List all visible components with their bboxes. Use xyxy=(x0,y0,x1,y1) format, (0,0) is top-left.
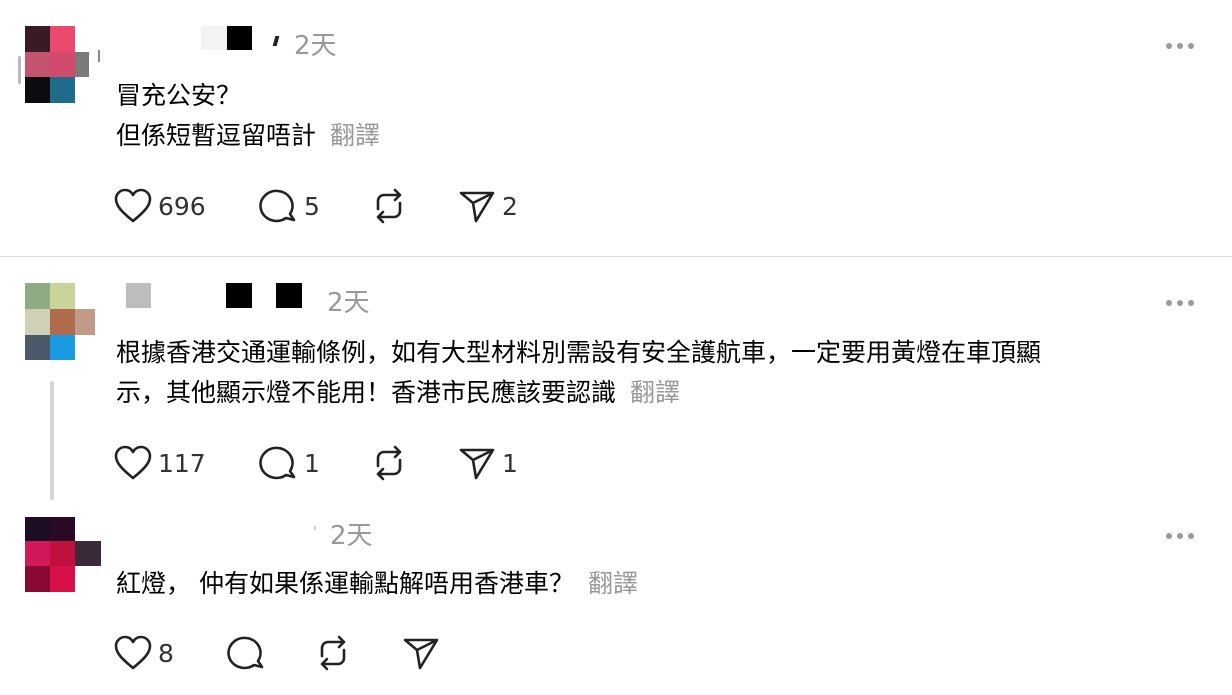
reply-count: 1 xyxy=(304,448,320,478)
more-icon[interactable] xyxy=(1166,43,1194,51)
username-redacted xyxy=(98,50,100,62)
send-icon xyxy=(403,638,439,670)
comment-icon xyxy=(259,189,296,223)
heart-icon xyxy=(114,188,152,223)
share-count: 1 xyxy=(502,448,518,478)
avatar[interactable] xyxy=(25,517,101,592)
reply-button[interactable] xyxy=(226,633,272,673)
reply-button[interactable]: 1 xyxy=(258,443,320,483)
reply-button[interactable]: 5 xyxy=(258,186,320,226)
heart-icon xyxy=(114,635,152,670)
like-button[interactable]: 8 xyxy=(114,633,174,673)
timestamp[interactable]: 2天 xyxy=(327,288,370,318)
send-icon xyxy=(459,191,495,223)
post-text-line: 示，其他顯示燈不能用！香港市民應該要認識 xyxy=(116,378,617,407)
comment-icon xyxy=(227,636,264,670)
timestamp[interactable]: 2天 xyxy=(330,521,373,551)
translate-link[interactable]: 翻譯 xyxy=(330,121,380,150)
like-count: 696 xyxy=(158,191,206,221)
avatar[interactable] xyxy=(25,283,95,360)
share-button[interactable]: 2 xyxy=(458,186,518,226)
username-redacted[interactable] xyxy=(201,26,227,50)
username-redacted[interactable] xyxy=(276,283,302,308)
repost-button[interactable] xyxy=(370,443,414,483)
post-text-line: 根據香港交通運輸條例，如有大型材料別需設有安全護航車，一定要用黃燈在車頂顯 xyxy=(116,338,1042,367)
repost-icon xyxy=(320,635,346,671)
avatar[interactable] xyxy=(18,26,98,104)
timestamp[interactable]: 2天 xyxy=(294,31,337,61)
repost-icon xyxy=(376,445,402,481)
username-redacted xyxy=(272,36,280,46)
like-count: 8 xyxy=(158,638,174,668)
thread-line xyxy=(50,381,54,500)
translate-link[interactable]: 翻譯 xyxy=(588,569,638,598)
post-text: 冒充公安？ 但係短暫逗留唔計 翻譯 xyxy=(116,76,380,156)
reply-count: 5 xyxy=(304,191,320,221)
like-count: 117 xyxy=(158,448,206,478)
more-icon[interactable] xyxy=(1166,533,1194,541)
share-button[interactable]: 1 xyxy=(458,443,518,483)
share-button[interactable] xyxy=(402,633,446,673)
repost-icon xyxy=(376,188,402,224)
translate-link[interactable]: 翻譯 xyxy=(630,378,680,407)
post-text-line: 但係短暫逗留唔計 xyxy=(116,121,317,150)
divider xyxy=(0,256,1232,257)
like-button[interactable]: 696 xyxy=(114,186,206,226)
like-button[interactable]: 117 xyxy=(114,443,206,483)
heart-icon xyxy=(114,445,152,480)
repost-button[interactable] xyxy=(370,186,414,226)
post-text: 根據香港交通運輸條例，如有大型材料別需設有安全護航車，一定要用黃燈在車頂顯 示，… xyxy=(116,333,1041,413)
send-icon xyxy=(459,448,495,480)
post-text-line: 紅燈， 仲有如果係運輸點解唔用香港車？ xyxy=(116,569,574,598)
post-text-line: 冒充公安？ xyxy=(116,81,242,110)
post-text: 紅燈， 仲有如果係運輸點解唔用香港車？ 翻譯 xyxy=(116,564,638,604)
more-icon[interactable] xyxy=(1166,300,1194,308)
comment-icon xyxy=(259,446,296,480)
username-redacted xyxy=(314,526,316,530)
username-redacted[interactable] xyxy=(226,283,252,308)
share-count: 2 xyxy=(502,191,518,221)
username-redacted[interactable] xyxy=(227,26,252,50)
username-redacted[interactable] xyxy=(126,283,151,308)
repost-button[interactable] xyxy=(314,633,358,673)
